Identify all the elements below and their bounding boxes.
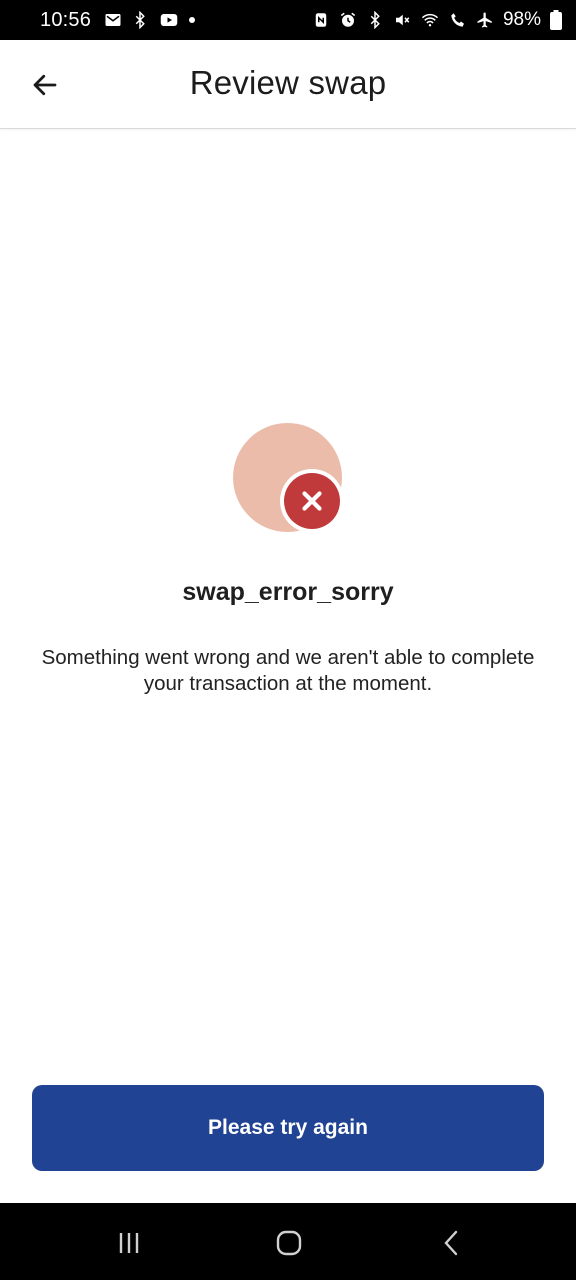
notification-dot	[189, 17, 196, 23]
back-icon	[444, 1230, 458, 1256]
wifi-calling-icon	[449, 11, 467, 29]
recents-button[interactable]	[99, 1221, 159, 1265]
error-badge	[280, 469, 344, 533]
wifi-calling-icon	[420, 11, 440, 29]
status-bar: 10:56 98%	[0, 0, 576, 40]
alarm-icon	[339, 11, 357, 29]
youtube-icon	[158, 11, 180, 29]
home-icon	[276, 1230, 302, 1256]
system-back-button[interactable]	[422, 1221, 482, 1265]
recents-icon	[119, 1233, 139, 1253]
app-bar: Review swap	[0, 40, 576, 129]
nfc-icon	[312, 11, 330, 29]
status-left: 10:56	[40, 8, 196, 32]
page-title: Review swap	[189, 64, 387, 101]
bluetooth-icon	[131, 11, 149, 29]
mail-icon	[104, 11, 122, 29]
error-title: swap_error_sorry	[182, 578, 394, 606]
mute-icon	[393, 11, 411, 29]
status-right: 98%	[312, 9, 562, 31]
status-time: 10:56	[40, 8, 92, 31]
try-again-button[interactable]: Please try again	[32, 1085, 544, 1171]
airplane-mode-icon	[476, 11, 494, 29]
battery-icon	[550, 10, 562, 30]
error-illustration	[233, 423, 345, 533]
bluetooth-icon	[366, 11, 384, 29]
error-x-icon	[284, 473, 340, 529]
home-button[interactable]	[259, 1221, 319, 1265]
review-swap-screen: 10:56 98% Review swap swap_error_sorry S…	[0, 0, 576, 1280]
error-message: Something went wrong and we aren't able …	[41, 646, 535, 695]
system-nav-bar	[0, 1203, 576, 1280]
battery-percent: 98%	[502, 9, 541, 30]
